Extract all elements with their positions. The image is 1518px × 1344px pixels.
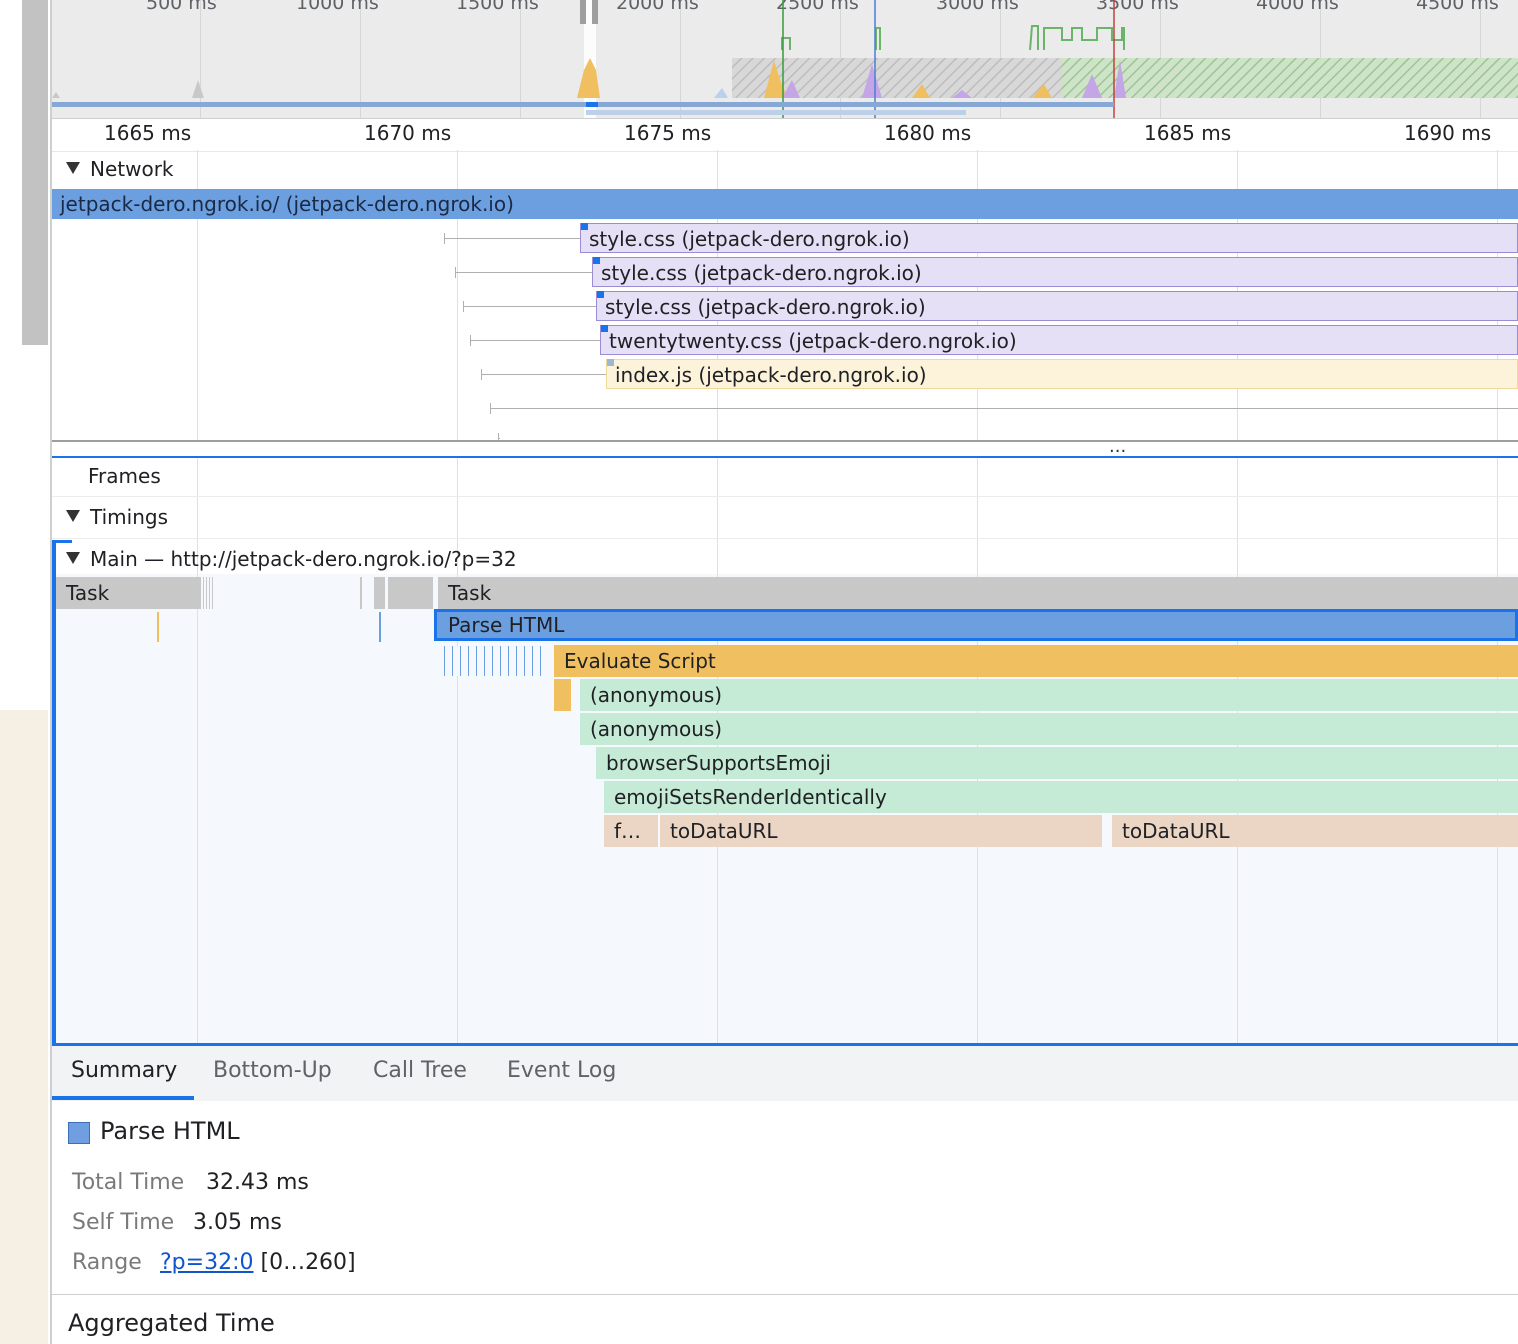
network-request-document[interactable]: jetpack-dero.ngrok.io/ (jetpack-dero.ngr… (52, 189, 1518, 219)
active-tab-indicator (52, 1096, 194, 1100)
to-data-url-event[interactable]: toDataURL (660, 815, 1102, 847)
main-track-selection-edge (52, 540, 56, 1046)
summary-title: Parse HTML (100, 1117, 240, 1145)
native-function-event[interactable]: f… (604, 815, 658, 847)
range-label: Range (72, 1250, 142, 1275)
network-request-label: index.js (jetpack-dero.ngrok.io) (615, 363, 927, 387)
flame-label: Evaluate Script (564, 649, 716, 673)
main-track-title: Main — http://jetpack-dero.ngrok.io/?p=3… (90, 547, 517, 571)
network-request-wait (470, 335, 600, 346)
total-time-value: 32.43 ms (206, 1170, 309, 1195)
evaluate-script-event[interactable]: Evaluate Script (554, 645, 1518, 677)
ruler-label: 1685 ms (1144, 121, 1232, 145)
network-request-wait (455, 267, 592, 278)
ruler-label: 1675 ms (624, 121, 712, 145)
network-request-stylesheet[interactable]: style.css (jetpack-dero.ngrok.io) (592, 257, 1518, 287)
network-request-label: style.css (jetpack-dero.ngrok.io) (601, 261, 922, 285)
emoji-sets-render-identically-event[interactable]: emojiSetsRenderIdentically (604, 781, 1518, 813)
time-ruler: 1665 ms 1670 ms 1675 ms 1680 ms 1685 ms … (52, 118, 1518, 152)
tab-summary[interactable]: Summary (71, 1058, 177, 1083)
parse-subevents (444, 646, 544, 676)
anonymous-function-event[interactable]: (anonymous) (580, 679, 1518, 711)
task-sliver (374, 577, 385, 609)
tab-call-tree[interactable]: Call Tree (373, 1058, 467, 1083)
timeline-overview[interactable]: 500 ms 1000 ms 1500 ms 2000 ms 2500 ms 3… (52, 0, 1518, 118)
flame-label: toDataURL (670, 819, 778, 843)
flame-label: emojiSetsRenderIdentically (614, 785, 887, 809)
range-value: ?p=32:0 [0…260] (160, 1250, 356, 1275)
collapse-triangle-icon[interactable] (66, 162, 80, 174)
ruler-label: 1690 ms (1404, 121, 1492, 145)
network-request-stylesheet[interactable]: style.css (jetpack-dero.ngrok.io) (580, 223, 1518, 253)
network-request-wait (481, 369, 606, 380)
small-script-event (157, 612, 159, 642)
network-request-wait (490, 403, 1518, 414)
splitter-handle[interactable]: ... (1109, 436, 1126, 457)
range-source-link[interactable]: ?p=32:0 (160, 1250, 253, 1275)
self-time-value: 3.05 ms (193, 1210, 282, 1235)
self-time-label: Self Time (72, 1210, 175, 1235)
small-parse-event (379, 612, 381, 642)
overview-activity-graph (52, 0, 1518, 118)
timings-track-header[interactable]: Timings (66, 505, 168, 529)
timings-track-title: Timings (90, 505, 168, 529)
flame-label: Task (66, 581, 110, 605)
network-track-header[interactable]: Network (66, 157, 174, 181)
flame-label: Task (448, 581, 492, 605)
network-request-label: style.css (jetpack-dero.ngrok.io) (589, 227, 910, 251)
tab-bottom-up[interactable]: Bottom-Up (213, 1058, 332, 1083)
range-extent: [0…260] (260, 1250, 356, 1275)
network-request-label: jetpack-dero.ngrok.io/ (jetpack-dero.ngr… (60, 192, 514, 216)
tab-event-log[interactable]: Event Log (507, 1058, 616, 1083)
task-event[interactable]: Task (56, 577, 200, 609)
request-start-marker (593, 257, 600, 264)
section-divider (52, 1294, 1518, 1295)
task-sliver (388, 577, 433, 609)
anonymous-function-event[interactable]: (anonymous) (580, 713, 1518, 745)
main-track-header[interactable]: Main — http://jetpack-dero.ngrok.io/?p=3… (66, 547, 517, 571)
request-start-marker (581, 223, 588, 230)
network-request-stylesheet[interactable]: twentytwenty.css (jetpack-dero.ngrok.io) (600, 325, 1518, 355)
to-data-url-event[interactable]: toDataURL (1112, 815, 1518, 847)
task-event[interactable]: Task (438, 577, 1518, 609)
page-background-strip (0, 710, 48, 1344)
small-script-event (554, 679, 571, 711)
category-color-swatch (68, 1122, 90, 1144)
network-track-title: Network (90, 157, 174, 181)
details-tab-bar: Summary Bottom-Up Call Tree Event Log (52, 1046, 1518, 1102)
total-time-label: Total Time (72, 1170, 185, 1195)
flame-label: browserSupportsEmoji (606, 751, 831, 775)
network-request-wait (444, 233, 580, 244)
network-request-label: twentytwenty.css (jetpack-dero.ngrok.io) (609, 329, 1017, 353)
main-track-selection-corner (52, 540, 72, 543)
request-start-marker (601, 325, 608, 332)
flame-label: (anonymous) (590, 717, 723, 741)
network-request-wait (463, 301, 596, 312)
network-request-wait (498, 433, 500, 444)
network-request-label: style.css (jetpack-dero.ngrok.io) (605, 295, 926, 319)
task-slivers (200, 577, 213, 609)
task-sliver (360, 577, 362, 609)
flame-label: Parse HTML (448, 613, 565, 637)
left-scrollbar[interactable] (22, 0, 48, 345)
ruler-label: 1665 ms (104, 121, 192, 145)
flame-label: (anonymous) (590, 683, 723, 707)
request-start-marker (607, 359, 614, 366)
ruler-label: 1680 ms (884, 121, 972, 145)
collapse-triangle-icon[interactable] (66, 510, 80, 522)
network-request-stylesheet[interactable]: style.css (jetpack-dero.ngrok.io) (596, 291, 1518, 321)
request-start-marker (597, 291, 604, 298)
ruler-label: 1670 ms (364, 121, 452, 145)
parse-html-event-selected[interactable]: Parse HTML (434, 609, 1518, 641)
flame-label: f… (614, 819, 642, 843)
flame-label: toDataURL (1122, 819, 1230, 843)
aggregated-time-title: Aggregated Time (68, 1309, 275, 1337)
network-request-script[interactable]: index.js (jetpack-dero.ngrok.io) (606, 359, 1518, 389)
browser-supports-emoji-event[interactable]: browserSupportsEmoji (596, 747, 1518, 779)
frames-track-header[interactable]: Frames (88, 464, 161, 488)
collapse-triangle-icon[interactable] (66, 552, 80, 564)
